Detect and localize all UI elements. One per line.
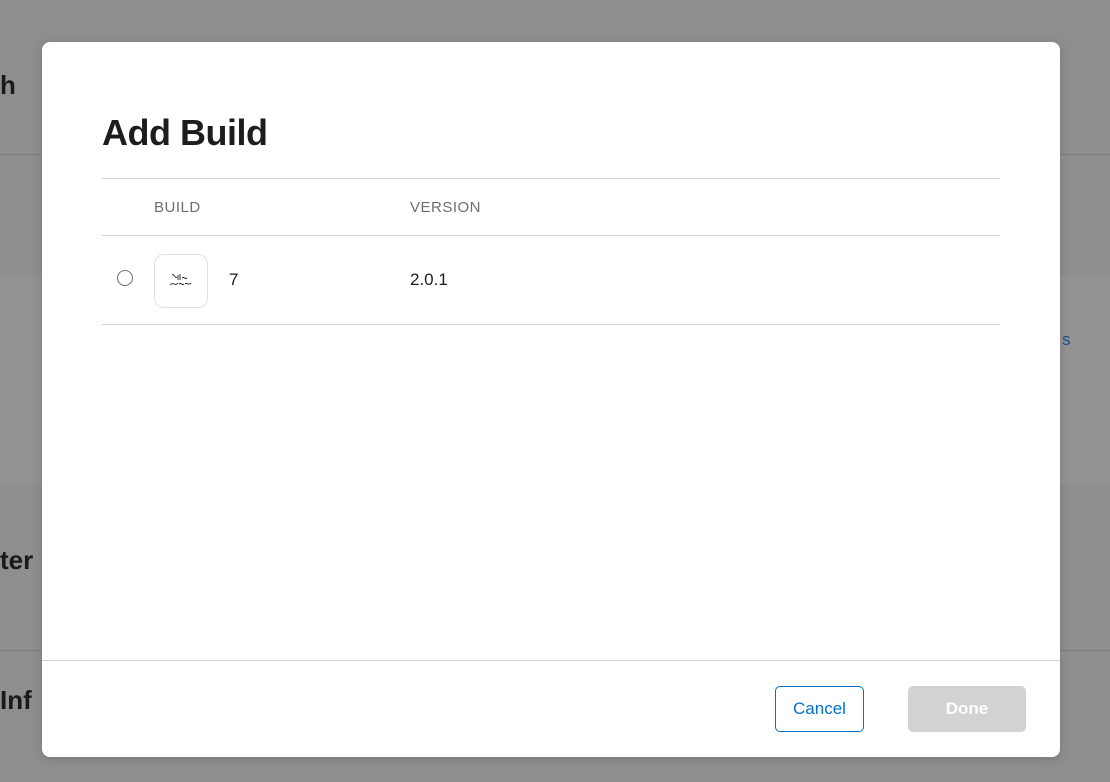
footer-divider [42, 660, 1060, 661]
column-header-version: VERSION [410, 199, 482, 216]
header-divider [102, 235, 1000, 236]
dialog-title: Add Build [102, 112, 268, 153]
row-divider [102, 324, 1000, 325]
app-logo-icon [169, 274, 192, 286]
background-heading: Inf [0, 685, 32, 715]
background-heading: h [0, 70, 16, 100]
done-button[interactable]: Done [908, 686, 1026, 732]
add-build-dialog: Add Build BUILD VERSION 7 2.0.1 Cancel D… [42, 42, 1060, 757]
app-icon [154, 254, 208, 308]
cancel-button[interactable]: Cancel [775, 686, 864, 732]
build-radio-button[interactable] [117, 270, 133, 286]
background-link: s [1062, 330, 1071, 349]
table-top-divider [102, 178, 1000, 179]
background-heading: ter [0, 545, 34, 575]
build-version: 2.0.1 [410, 270, 448, 289]
column-header-build: BUILD [154, 199, 201, 216]
build-number: 7 [229, 270, 239, 289]
